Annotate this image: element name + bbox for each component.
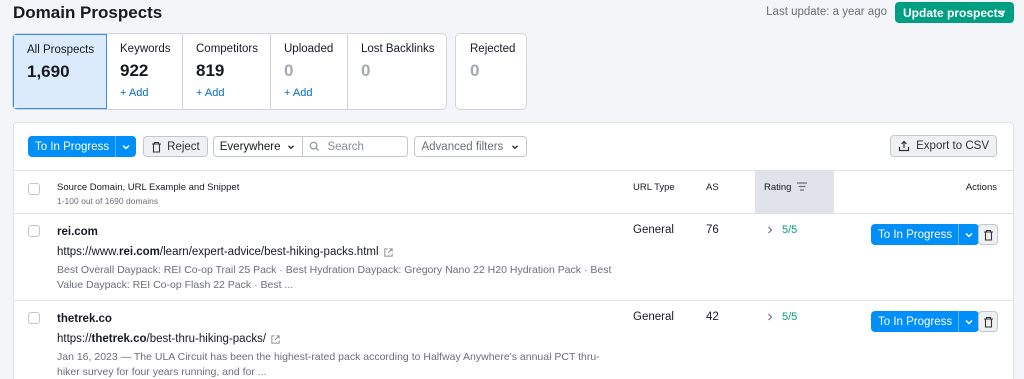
stat-value: 0 — [284, 61, 294, 80]
row-delete-button[interactable] — [978, 311, 998, 332]
row-snippet: Best Overall Daypack: REI Co-op Trail 25… — [57, 264, 612, 291]
stat-competitors[interactable]: Competitors 819 + Add — [183, 34, 271, 109]
rating-max: /5 — [788, 224, 798, 236]
export-csv-label: Export to CSV — [916, 140, 989, 152]
update-prospects-label: Update prospects — [903, 5, 1005, 20]
sort-icon — [797, 182, 808, 191]
row-domain[interactable]: rei.com — [57, 226, 98, 238]
trash-icon — [983, 316, 993, 328]
stat-all-prospects[interactable]: All Prospects 1,690 — [13, 34, 107, 109]
update-prospects-button[interactable]: Update prospects — [895, 2, 1014, 23]
row-snippet: Jan 16, 2023 — The ULA Circuit has been … — [57, 351, 600, 378]
export-icon — [899, 140, 910, 152]
row-url-type: General — [633, 311, 674, 323]
chevron-right-icon[interactable] — [766, 313, 774, 321]
row-as: 76 — [706, 224, 719, 236]
row-delete-button[interactable] — [978, 224, 998, 245]
external-link-icon[interactable] — [270, 334, 281, 345]
stat-label: Lost Backlinks — [361, 43, 435, 55]
row-to-in-progress-label: To In Progress — [878, 228, 953, 241]
stat-value: 0 — [361, 61, 371, 80]
search-input[interactable] — [327, 140, 398, 153]
table-row: thetrek.co https://thetrek.co/best-thru-… — [14, 301, 1013, 379]
row-rating[interactable]: 5/5 — [766, 224, 797, 236]
chevron-down-icon — [997, 10, 1006, 16]
select-all-checkbox[interactable] — [28, 183, 40, 195]
stat-label: Competitors — [196, 43, 258, 55]
chevron-down-icon — [288, 144, 295, 149]
advanced-filters-dropdown[interactable]: Advanced filters — [414, 136, 528, 157]
search-field[interactable] — [303, 136, 409, 157]
table-row: rei.com https://www.rei.com/learn/expert… — [14, 214, 1013, 301]
rating-header-label: Rating — [764, 182, 792, 193]
stat-label: Keywords — [120, 43, 171, 55]
advanced-filters-label: Advanced filters — [421, 140, 504, 153]
stat-rejected[interactable]: Rejected 0 — [455, 33, 527, 110]
trash-icon — [983, 229, 993, 241]
chevron-down-icon[interactable] — [959, 229, 979, 241]
bulk-to-in-progress-label: To In Progress — [35, 140, 110, 153]
stat-label: All Prospects — [27, 44, 95, 56]
row-to-in-progress-label: To In Progress — [878, 315, 953, 328]
stat-value: 1,690 — [27, 62, 70, 81]
export-csv-button[interactable]: Export to CSV — [890, 135, 997, 157]
reject-button[interactable]: Reject — [143, 136, 208, 157]
prospects-table-panel: To In Progress Reject Everywhere Advance… — [13, 122, 1014, 379]
row-checkbox[interactable] — [28, 312, 40, 324]
stats-bar: All Prospects 1,690 Keywords 922 + Add C… — [12, 33, 527, 110]
add-keywords-link[interactable]: + Add — [120, 87, 182, 99]
column-header-source: Source Domain, URL Example and Snippet — [57, 182, 240, 193]
column-header-rating[interactable]: Rating — [755, 171, 834, 213]
search-icon — [310, 141, 320, 152]
stat-label: Uploaded — [284, 43, 334, 55]
row-rating[interactable]: 5/5 — [766, 311, 797, 323]
stat-label: Rejected — [470, 43, 516, 55]
trash-icon — [152, 141, 162, 153]
row-domain[interactable]: thetrek.co — [57, 313, 112, 325]
row-as: 42 — [706, 311, 719, 323]
stat-uploaded[interactable]: Uploaded 0 + Add — [271, 34, 348, 109]
stats-group: All Prospects 1,690 Keywords 922 + Add C… — [12, 33, 447, 110]
column-header-url-type[interactable]: URL Type — [633, 182, 675, 193]
stat-keywords[interactable]: Keywords 922 + Add — [107, 34, 183, 109]
row-to-in-progress-button[interactable]: To In Progress — [871, 311, 980, 332]
column-header-as[interactable]: AS — [706, 182, 719, 193]
row-url-link[interactable]: https://thetrek.co/best-thru-hiking-pack… — [57, 333, 281, 345]
chevron-down-icon[interactable] — [959, 316, 979, 328]
column-header-actions: Actions — [965, 182, 997, 193]
scope-select[interactable]: Everywhere — [212, 136, 304, 157]
external-link-icon[interactable] — [383, 247, 394, 258]
stat-value: 0 — [470, 61, 480, 80]
reject-label: Reject — [167, 140, 200, 153]
chevron-down-icon — [512, 144, 519, 149]
page-title: Domain Prospects — [13, 3, 163, 22]
chevron-right-icon[interactable] — [766, 226, 774, 234]
row-checkbox[interactable] — [28, 225, 40, 237]
stat-value: 922 — [120, 61, 149, 80]
add-uploaded-link[interactable]: + Add — [284, 87, 347, 99]
scope-select-value: Everywhere — [219, 140, 281, 153]
add-competitors-link[interactable]: + Add — [196, 87, 270, 99]
table-toolbar: To In Progress Reject Everywhere Advance… — [28, 136, 528, 157]
row-url-link[interactable]: https://www.rei.com/learn/expert-advice/… — [57, 246, 394, 258]
table-header: Source Domain, URL Example and Snippet 1… — [14, 170, 1013, 214]
bulk-to-in-progress-button[interactable]: To In Progress — [28, 136, 137, 157]
rating-max: /5 — [788, 311, 798, 323]
row-url-type: General — [633, 224, 674, 236]
stat-lost-backlinks[interactable]: Lost Backlinks 0 — [348, 34, 446, 109]
row-to-in-progress-button[interactable]: To In Progress — [871, 224, 980, 245]
last-update-text: Last update: a year ago — [766, 6, 887, 18]
domain-count-text: 1-100 out of 1690 domains — [57, 196, 159, 206]
stat-value: 819 — [196, 61, 225, 80]
chevron-down-icon[interactable] — [116, 141, 136, 153]
